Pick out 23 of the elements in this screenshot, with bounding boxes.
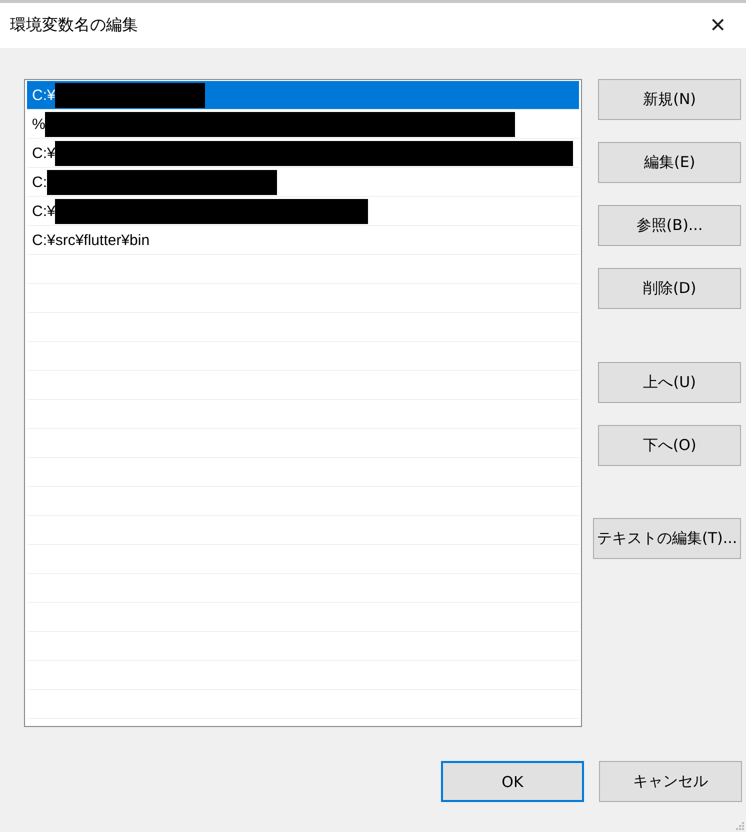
cancel-button[interactable]: キャンセル bbox=[599, 761, 742, 802]
list-item[interactable]: C:¥ bbox=[27, 81, 579, 110]
resize-grip-icon bbox=[735, 821, 745, 831]
list-item[interactable]: C:¥ bbox=[27, 197, 579, 226]
side-button[interactable]: 編集(E) bbox=[598, 142, 742, 183]
ok-button[interactable]: OK bbox=[441, 761, 584, 802]
window-title: 環境変数名の編集 bbox=[10, 15, 138, 36]
list-item[interactable]: C: bbox=[27, 168, 579, 197]
path-text: C:¥ bbox=[32, 144, 56, 162]
list-item[interactable]: % bbox=[27, 110, 579, 139]
side-button[interactable]: 上へ(U) bbox=[598, 362, 742, 403]
path-text: C:¥ bbox=[32, 86, 56, 104]
side-button[interactable]: 新規(N) bbox=[598, 79, 742, 120]
side-button[interactable]: テキストの編集(T)... bbox=[593, 518, 742, 559]
side-button[interactable]: 参照(B)... bbox=[598, 205, 742, 246]
path-text: C:¥src¥flutter¥bin bbox=[32, 232, 150, 248]
side-button[interactable]: 下へ(O) bbox=[598, 425, 742, 466]
path-text: % bbox=[32, 116, 46, 132]
path-text: C:¥ bbox=[32, 202, 56, 220]
path-text: C: bbox=[32, 174, 47, 190]
side-button[interactable]: 削除(D) bbox=[598, 268, 742, 309]
list-item[interactable]: C:¥ bbox=[27, 139, 579, 168]
close-button[interactable]: ✕ bbox=[698, 6, 738, 46]
